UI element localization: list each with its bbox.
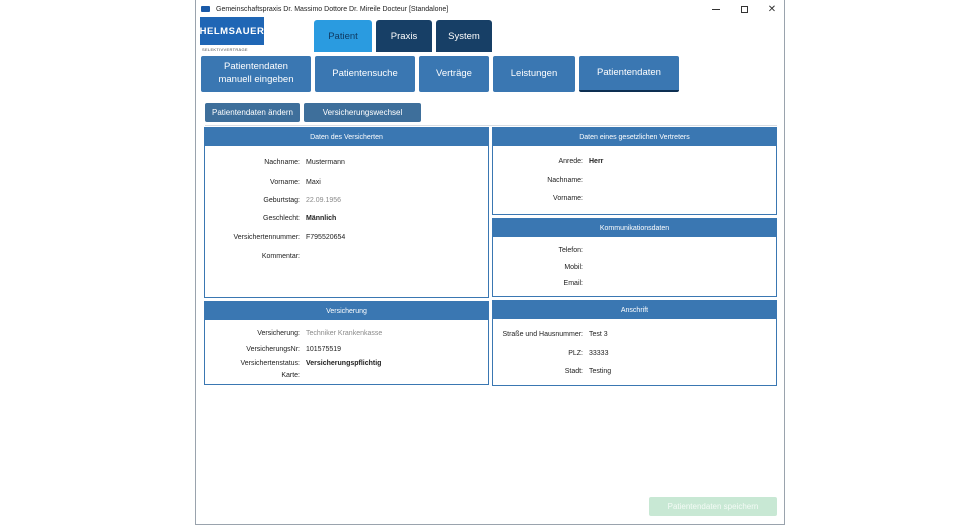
- insurance-number-value: 101575519: [306, 346, 342, 353]
- subtab-services[interactable]: Leistungen: [493, 56, 575, 92]
- representative-panel-header: Daten eines gesetzlichen Vertreters: [493, 128, 776, 146]
- rep-lastname-label: Nachname:: [547, 177, 583, 184]
- firstname-label: Vorname:: [270, 179, 300, 186]
- firstname-value: Maxi: [306, 179, 321, 186]
- salutation-value: Herr: [589, 158, 604, 165]
- app-icon: [201, 6, 210, 12]
- app-window: Gemeinschaftspraxis Dr. Massimo Dottore …: [195, 0, 785, 525]
- gender-value: Männlich: [306, 215, 337, 222]
- title-bar: Gemeinschaftspraxis Dr. Massimo Dottore …: [196, 0, 784, 18]
- save-patient-button[interactable]: Patientendaten speichern: [649, 497, 777, 516]
- logo-subtitle: SELEKTIVVERTRÄGE: [202, 47, 248, 52]
- lastname-label: Nachname:: [264, 159, 300, 166]
- insured-number-value: F795520654: [306, 234, 346, 241]
- insurance-panel: Versicherung Versicherung: Techniker Kra…: [204, 301, 489, 385]
- rep-firstname-label: Vorname:: [553, 195, 583, 202]
- birthday-label: Geburtstag:: [263, 197, 300, 204]
- city-value: Testing: [589, 368, 612, 375]
- tab-patient[interactable]: Patient: [314, 20, 372, 52]
- insurance-panel-header: Versicherung: [205, 302, 488, 320]
- sub-tabs: Patientendaten manuell eingeben Patiente…: [201, 56, 679, 92]
- communication-panel: Kommunikationsdaten Telefon: Mobil: Emai…: [492, 218, 777, 297]
- gender-label: Geschlecht:: [263, 215, 300, 222]
- email-label: Email:: [563, 280, 583, 287]
- insured-status-label: Versichertenstatus:: [240, 360, 300, 367]
- address-panel: Anschrift Straße und Hausnummer: Test 3 …: [492, 300, 777, 386]
- minimize-icon[interactable]: [702, 0, 730, 18]
- street-label: Straße und Hausnummer:: [502, 331, 583, 338]
- maximize-icon[interactable]: [730, 0, 758, 18]
- separator: [205, 125, 777, 126]
- insurance-number-label: VersicherungsNr:: [246, 346, 300, 353]
- subtab-contracts[interactable]: Verträge: [419, 56, 489, 92]
- phone-label: Telefon:: [558, 247, 583, 254]
- window-title: Gemeinschaftspraxis Dr. Massimo Dottore …: [216, 5, 449, 13]
- city-label: Stadt:: [564, 368, 583, 375]
- subtab-patient-search[interactable]: Patientensuche: [315, 56, 415, 92]
- change-insurance-button[interactable]: Versicherungswechsel: [304, 103, 421, 122]
- zip-label: PLZ:: [568, 350, 583, 357]
- communication-panel-header: Kommunikationsdaten: [493, 219, 776, 237]
- insurance-value: Techniker Krankenkasse: [306, 330, 383, 337]
- action-bar: Patientendaten ändern Versicherungswechs…: [205, 103, 421, 122]
- birthday-value: 22.09.1956: [306, 197, 342, 204]
- card-label: Karte:: [281, 372, 300, 379]
- insured-number-label: Versichertennummer:: [233, 234, 300, 241]
- street-value: Test 3: [589, 331, 608, 338]
- tab-praxis[interactable]: Praxis: [376, 20, 432, 52]
- edit-patient-button[interactable]: Patientendaten ändern: [205, 103, 300, 122]
- address-panel-header: Anschrift: [493, 301, 776, 319]
- helmsauer-logo: HELMSAUER: [200, 17, 264, 45]
- representative-panel: Daten eines gesetzlichen Vertreters Anre…: [492, 127, 777, 215]
- close-icon[interactable]: ✕: [758, 0, 784, 18]
- insured-panel: Daten des Versicherten Nachname: Musterm…: [204, 127, 489, 298]
- zip-value: 33333: [589, 350, 609, 357]
- insured-status-value: Versicherungspflichtig: [306, 360, 382, 367]
- tab-system[interactable]: System: [436, 20, 492, 52]
- main-tabs: Patient Praxis System: [314, 20, 492, 52]
- lastname-value: Mustermann: [306, 159, 345, 166]
- subtab-manual-entry[interactable]: Patientendaten manuell eingeben: [201, 56, 311, 92]
- salutation-label: Anrede:: [558, 158, 583, 165]
- insurance-label: Versicherung:: [257, 330, 300, 337]
- subtab-patient-data[interactable]: Patientendaten: [579, 56, 679, 92]
- mobile-label: Mobil:: [564, 264, 583, 271]
- comment-label: Kommentar:: [261, 253, 300, 260]
- insured-panel-header: Daten des Versicherten: [205, 128, 488, 146]
